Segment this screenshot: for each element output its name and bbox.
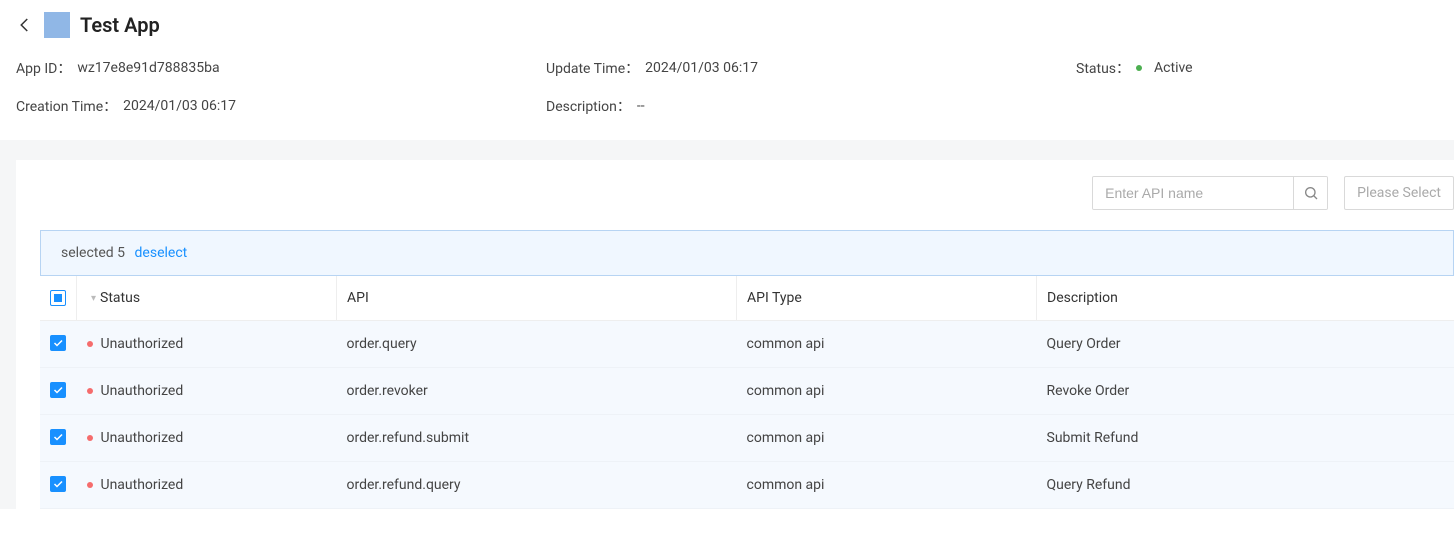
col-type-header: API Type — [747, 290, 802, 306]
status-dot-icon — [1136, 65, 1142, 71]
api-panel: Please Select selected 5 deselect ▾ Statu… — [16, 160, 1454, 509]
row-checkbox[interactable] — [50, 429, 66, 445]
row-description: Submit Refund — [1037, 415, 1454, 462]
description-label: Description： — [546, 96, 631, 116]
row-type: common api — [737, 321, 1037, 368]
status-label: Status： — [1076, 58, 1130, 78]
row-status: Unauthorized — [101, 430, 184, 446]
table-row: Unauthorized order.revokercommon apiRevok… — [40, 368, 1454, 415]
col-status-header: Status — [100, 290, 140, 306]
creation-time-value: 2024/01/03 06:17 — [123, 98, 236, 114]
row-api: order.revoker — [337, 368, 737, 415]
status-dot-icon — [87, 482, 93, 488]
status-dot-icon — [87, 435, 93, 441]
selection-bar: selected 5 deselect — [40, 230, 1454, 276]
api-table: ▾ Status API API Type Description Unautho… — [40, 276, 1454, 509]
creation-time-field: Creation Time： 2024/01/03 06:17 — [16, 96, 546, 116]
type-select-placeholder: Please Select — [1357, 185, 1441, 201]
row-type: common api — [737, 368, 1037, 415]
deselect-link[interactable]: deselect — [135, 245, 188, 261]
row-api: order.refund.submit — [337, 415, 737, 462]
row-checkbox[interactable] — [50, 382, 66, 398]
description-value: -- — [637, 98, 645, 114]
update-time-value: 2024/01/03 06:17 — [645, 60, 758, 76]
app-id-label: App ID： — [16, 58, 71, 78]
row-api: order.refund.query — [337, 462, 737, 509]
row-type: common api — [737, 415, 1037, 462]
app-icon — [44, 12, 70, 38]
description-field: Description： -- — [546, 96, 1076, 116]
type-select[interactable]: Please Select — [1344, 176, 1454, 210]
row-status: Unauthorized — [101, 383, 184, 399]
table-row: Unauthorized order.refund.querycommon api… — [40, 462, 1454, 509]
back-button[interactable] — [16, 16, 34, 34]
row-status: Unauthorized — [101, 477, 184, 493]
search-input[interactable] — [1093, 177, 1293, 209]
row-checkbox[interactable] — [50, 476, 66, 492]
status-filter-icon[interactable]: ▾ — [91, 293, 96, 304]
app-id-value: wz17e8e91d788835ba — [77, 60, 219, 76]
search-icon — [1303, 185, 1319, 201]
creation-time-label: Creation Time： — [16, 96, 117, 116]
row-description: Query Order — [1037, 321, 1454, 368]
app-title: Test App — [80, 13, 160, 37]
app-id-field: App ID： wz17e8e91d788835ba — [16, 58, 546, 78]
search-button[interactable] — [1293, 177, 1327, 209]
row-description: Query Refund — [1037, 462, 1454, 509]
table-row: Unauthorized order.refund.submitcommon ap… — [40, 415, 1454, 462]
select-all-checkbox[interactable] — [50, 290, 66, 306]
row-checkbox[interactable] — [50, 335, 66, 351]
row-status: Unauthorized — [101, 336, 184, 352]
selection-count: selected 5 — [61, 245, 125, 261]
row-type: common api — [737, 462, 1037, 509]
col-description-header: Description — [1047, 290, 1118, 306]
row-description: Revoke Order — [1037, 368, 1454, 415]
status-dot-icon — [87, 341, 93, 347]
search-group — [1092, 176, 1328, 210]
col-api-header: API — [347, 290, 369, 306]
row-api: order.query — [337, 321, 737, 368]
status-field: Status： Active — [1076, 58, 1438, 78]
app-header: Test App App ID： wz17e8e91d788835ba Upda… — [0, 0, 1454, 140]
status-dot-icon — [87, 388, 93, 394]
update-time-label: Update Time： — [546, 58, 639, 78]
table-row: Unauthorized order.querycommon apiQuery O… — [40, 321, 1454, 368]
content-area: Please Select selected 5 deselect ▾ Statu… — [0, 140, 1454, 509]
status-value: Active — [1154, 60, 1193, 76]
update-time-field: Update Time： 2024/01/03 06:17 — [546, 58, 1076, 78]
